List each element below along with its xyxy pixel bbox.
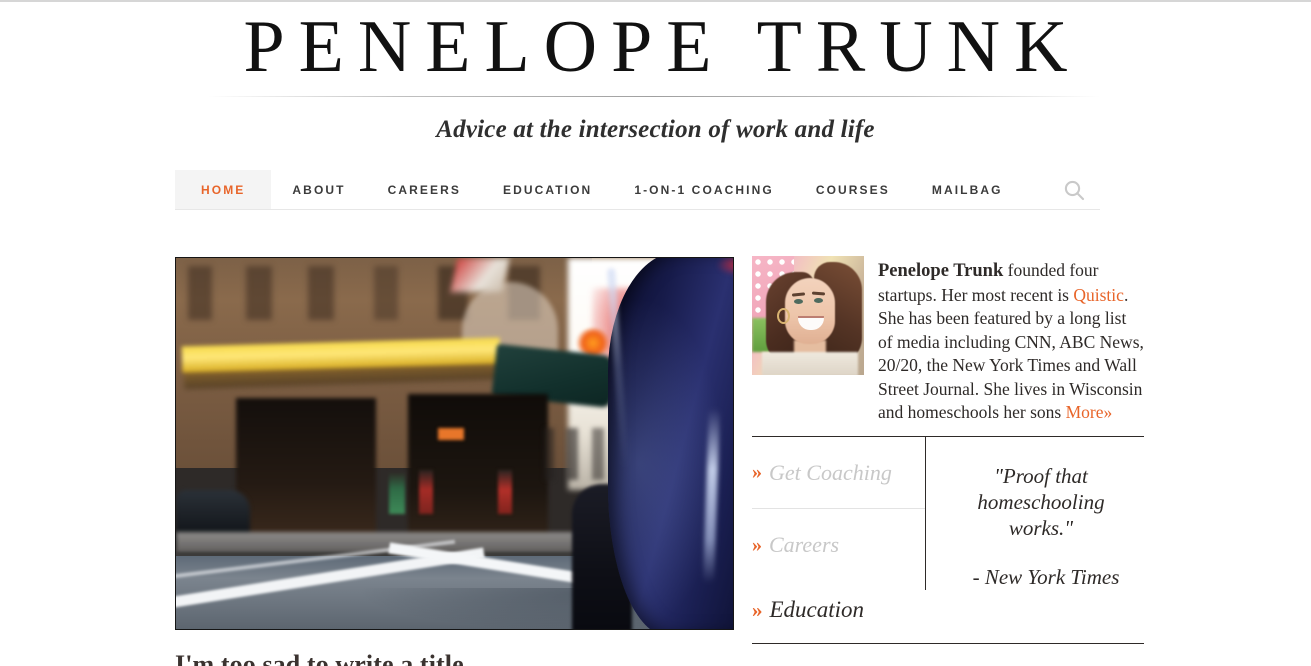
- nav-item-mailbag[interactable]: MAILBAG: [911, 170, 1024, 209]
- photo-pedestrian: [389, 472, 405, 514]
- quote-text: "Proof that homeschooling works.": [977, 464, 1105, 540]
- avatar-eye: [814, 298, 823, 303]
- sidebar-item-careers[interactable]: » Careers: [752, 509, 925, 581]
- search-button[interactable]: [1048, 170, 1100, 210]
- more-link[interactable]: More»: [1066, 402, 1113, 422]
- search-icon: [1064, 180, 1085, 201]
- chevron-right-icon: »: [752, 597, 763, 622]
- page-root: PENELOPE TRUNK Advice at the intersectio…: [0, 0, 1311, 666]
- photo-pedestrian: [419, 470, 433, 514]
- chevron-right-icon: »: [752, 461, 762, 483]
- photo-case-accent: [716, 258, 733, 276]
- sidebar-item-label: Careers: [769, 532, 840, 557]
- site-tagline: Advice at the intersection of work and l…: [436, 116, 875, 143]
- nav-item-home[interactable]: HOME: [175, 170, 272, 209]
- avatar-face: [785, 278, 835, 344]
- featured-post-image[interactable]: [175, 257, 734, 630]
- avatar-earring: [777, 308, 790, 324]
- nav-item-label: 1-ON-1 COACHING: [634, 182, 774, 197]
- photo-pedestrian: [498, 470, 512, 514]
- author-bio-text: Penelope Trunk founded four startups. He…: [878, 256, 1144, 425]
- nav-item-1-on-1-coaching[interactable]: 1-ON-1 COACHING: [613, 170, 795, 209]
- sidebar-item-get-coaching[interactable]: » Get Coaching: [752, 437, 925, 509]
- site-title: PENELOPE TRUNK: [243, 6, 1082, 88]
- sidebar-link-list: » Get Coaching » Careers: [752, 437, 926, 590]
- nav-item-label: EDUCATION: [502, 182, 593, 197]
- testimonial-quote: "Proof that homeschooling works." - New …: [926, 437, 1144, 590]
- avatar-eye: [794, 299, 803, 304]
- post-title[interactable]: I'm too sad to write a title: [175, 649, 734, 666]
- photo-entry-sign: [438, 428, 464, 440]
- chevron-right-icon: »: [752, 533, 762, 556]
- photo-flag: [450, 258, 510, 292]
- sidebar-lower-links: » Education: [752, 581, 1144, 644]
- site-masthead: PENELOPE TRUNK: [0, 2, 1311, 92]
- sidebar: Penelope Trunk founded four startups. He…: [752, 256, 1144, 644]
- nav-item-label: HOME: [201, 182, 246, 197]
- nav-item-courses[interactable]: COURSES: [795, 170, 911, 209]
- masthead-divider: [208, 96, 1100, 97]
- photo-entry-right: [408, 394, 548, 544]
- sidebar-item-label: Education: [769, 597, 865, 622]
- quistic-link[interactable]: Quistic: [1073, 285, 1124, 305]
- nav-item-about[interactable]: ABOUT: [271, 170, 366, 209]
- avatar: [752, 256, 864, 375]
- main-content-column: I'm too sad to write a title: [175, 257, 734, 666]
- nav-item-label: COURSES: [815, 182, 890, 197]
- nav-item-education[interactable]: EDUCATION: [482, 170, 613, 209]
- photo-entry-left: [236, 398, 376, 538]
- sidebar-divider-bottom: [752, 643, 1144, 644]
- nav-item-label: ABOUT: [292, 182, 346, 197]
- sidebar-item-label: Get Coaching: [769, 459, 892, 485]
- primary-navigation: HOME ABOUT CAREERS EDUCATION 1-ON-1 COAC…: [175, 170, 1100, 210]
- author-name: Penelope Trunk: [878, 261, 1004, 281]
- avatar-shirt: [762, 352, 858, 375]
- nav-item-careers[interactable]: CAREERS: [367, 170, 482, 209]
- author-bio: Penelope Trunk founded four startups. He…: [752, 256, 1144, 425]
- nav-item-label: CAREERS: [387, 182, 461, 197]
- nav-item-label: MAILBAG: [931, 182, 1003, 197]
- sidebar-links-and-quote: » Get Coaching » Careers "Proof that hom…: [752, 437, 1144, 590]
- sidebar-item-education[interactable]: » Education: [752, 581, 1144, 639]
